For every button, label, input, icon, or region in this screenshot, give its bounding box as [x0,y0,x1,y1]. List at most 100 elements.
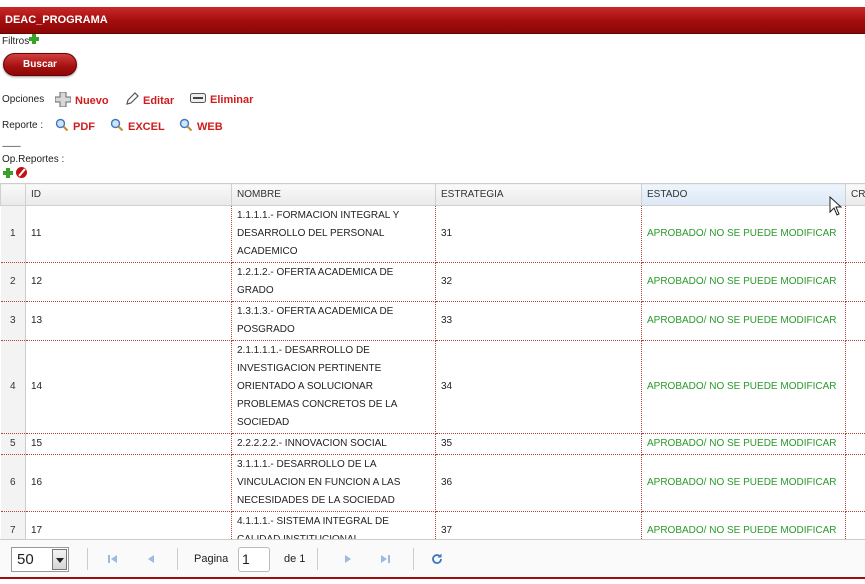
cell-nombre: 2.2.2.2.2.- INNOVACION SOCIAL [231,433,436,455]
filters-label: Filtros [2,36,30,47]
page-label: Pagina [194,553,229,565]
page-number-input[interactable]: 1 [238,547,270,572]
row-number: 4 [0,340,26,434]
table-row[interactable]: 2 12 1.2.1.2.- OFERTA ACADEMICA DE GRADO… [0,262,865,302]
cell-nombre: 1.2.1.2.- OFERTA ACADEMICA DE GRADO [231,262,436,302]
table-row[interactable]: 6 16 3.1.1.1.- DESARROLLO DE LA VINCULAC… [0,454,865,512]
edit-label: Editar [143,94,175,107]
cell-nombre: 2.1.1.1.1.- DESARROLLO DE INVESTIGACION … [231,340,436,434]
cell-nombre: 4.1.1.1.- SISTEMA INTEGRAL DE CALIDAD IN… [231,511,436,539]
cell-estado: APROBADO/ NO SE PUEDE MODIFICAR [641,454,846,512]
filters-toggle[interactable]: Filtros [2,33,40,47]
cell-nombre: 3.1.1.1.- DESARROLLO DE LA VINCULACION E… [231,454,436,512]
pdf-report-link[interactable]: PDF [55,118,95,135]
cell-estado: APROBADO/ NO SE PUEDE MODIFICAR [641,205,846,263]
web-report-link[interactable]: WEB [179,118,223,135]
cell-estado: APROBADO/ NO SE PUEDE MODIFICAR [641,433,846,455]
cell-cr [845,340,865,434]
cell-cr [845,433,865,455]
cell-estrategia: 34 [435,340,642,434]
row-number: 3 [0,301,26,341]
row-number: 1 [0,205,26,263]
minus-box-icon [190,92,206,107]
row-number: 5 [0,433,26,455]
refresh-icon[interactable] [431,553,443,565]
first-page-icon[interactable] [107,553,119,565]
report-label: Reporte : [2,120,44,131]
column-header-cr[interactable]: CR [845,183,865,206]
table-row[interactable]: 3 13 1.3.1.3.- OFERTA ACADEMICA DE POSGR… [0,301,865,341]
data-grid: ID NOMBRE ESTRATEGIA ESTADO CR 1 11 1.1.… [0,183,865,539]
cell-estrategia: 31 [435,205,642,263]
cell-estado: APROBADO/ NO SE PUEDE MODIFICAR [641,340,846,434]
cell-estado: APROBADO/ NO SE PUEDE MODIFICAR [641,301,846,341]
table-row[interactable]: 1 11 1.1.1.1.- FORMACION INTEGRAL Y DESA… [0,205,865,263]
page-count-label: de 1 [284,553,306,565]
chevron-down-icon[interactable] [52,549,67,570]
add-report-icon[interactable] [3,167,13,178]
new-label: Nuevo [75,95,109,107]
cell-estrategia: 32 [435,262,642,302]
column-header-estado[interactable]: ESTADO [641,183,846,206]
row-number: 6 [0,454,26,512]
delete-button[interactable]: Eliminar [190,92,253,107]
cell-id: 17 [25,511,232,539]
delete-label: Eliminar [210,93,254,106]
cell-estado: APROBADO/ NO SE PUEDE MODIFICAR [641,262,846,302]
pager-divider [317,548,318,570]
next-page-icon[interactable] [342,553,354,565]
cell-id: 14 [25,340,232,434]
column-header-id[interactable]: ID [25,183,232,206]
cell-nombre: 1.1.1.1.- FORMACION INTEGRAL Y DESARROLL… [231,205,436,263]
cell-id: 11 [25,205,232,263]
magnifier-icon [179,118,193,135]
column-header-estrategia[interactable]: ESTRATEGIA [435,183,642,206]
row-number: 7 [0,511,26,539]
table-row[interactable]: 4 14 2.1.1.1.1.- DESARROLLO DE INVESTIGA… [0,340,865,434]
pager-divider [413,548,414,570]
magnifier-icon [110,118,124,135]
remove-report-icon[interactable] [16,167,27,178]
pager-divider [177,548,178,570]
row-number: 2 [0,262,26,302]
mouse-cursor-icon [829,195,843,219]
cell-cr [845,301,865,341]
add-filter-icon[interactable] [29,33,40,44]
op-reports-label: Op.Reportes : [2,154,65,165]
edit-button[interactable]: Editar [125,92,174,109]
add-icon [54,91,72,110]
pencil-icon [125,92,139,109]
pager-divider [87,548,88,570]
table-row[interactable]: 7 17 4.1.1.1.- SISTEMA INTEGRAL DE CALID… [0,511,865,539]
table-row[interactable]: 5 15 2.2.2.2.2.- INNOVACION SOCIAL 35 AP… [0,433,865,455]
last-page-icon[interactable] [379,553,391,565]
window-title: DEAC_PROGRAMA [5,14,108,26]
cell-estrategia: 35 [435,433,642,455]
cell-id: 16 [25,454,232,512]
options-label: Opciones [2,94,45,105]
cell-cr [845,454,865,512]
page-size-select[interactable]: 50 [11,547,69,572]
window-title-bar: DEAC_PROGRAMA [0,7,865,34]
cell-id: 13 [25,301,232,341]
prev-page-icon[interactable] [145,553,157,565]
cell-id: 12 [25,262,232,302]
cell-cr [845,511,865,539]
search-button[interactable]: Buscar [3,53,77,76]
pager-bar: 50 Pagina 1 de 1 [0,539,865,579]
cell-nombre: 1.3.1.3.- OFERTA ACADEMICA DE POSGRADO [231,301,436,341]
excel-report-link[interactable]: EXCEL [110,118,165,135]
cell-estrategia: 36 [435,454,642,512]
separator-dashes: --------- [2,141,21,151]
header-row: ID NOMBRE ESTRATEGIA ESTADO CR [0,183,865,206]
cell-cr [845,205,865,263]
cell-id: 15 [25,433,232,455]
page-size-value: 50 [17,551,34,568]
web-label: WEB [197,120,223,133]
new-button[interactable]: Nuevo [54,91,109,110]
cell-cr [845,262,865,302]
column-header-nombre[interactable]: NOMBRE [231,183,436,206]
rownum-header [0,183,26,206]
excel-label: EXCEL [128,120,165,133]
cell-estrategia: 37 [435,511,642,539]
